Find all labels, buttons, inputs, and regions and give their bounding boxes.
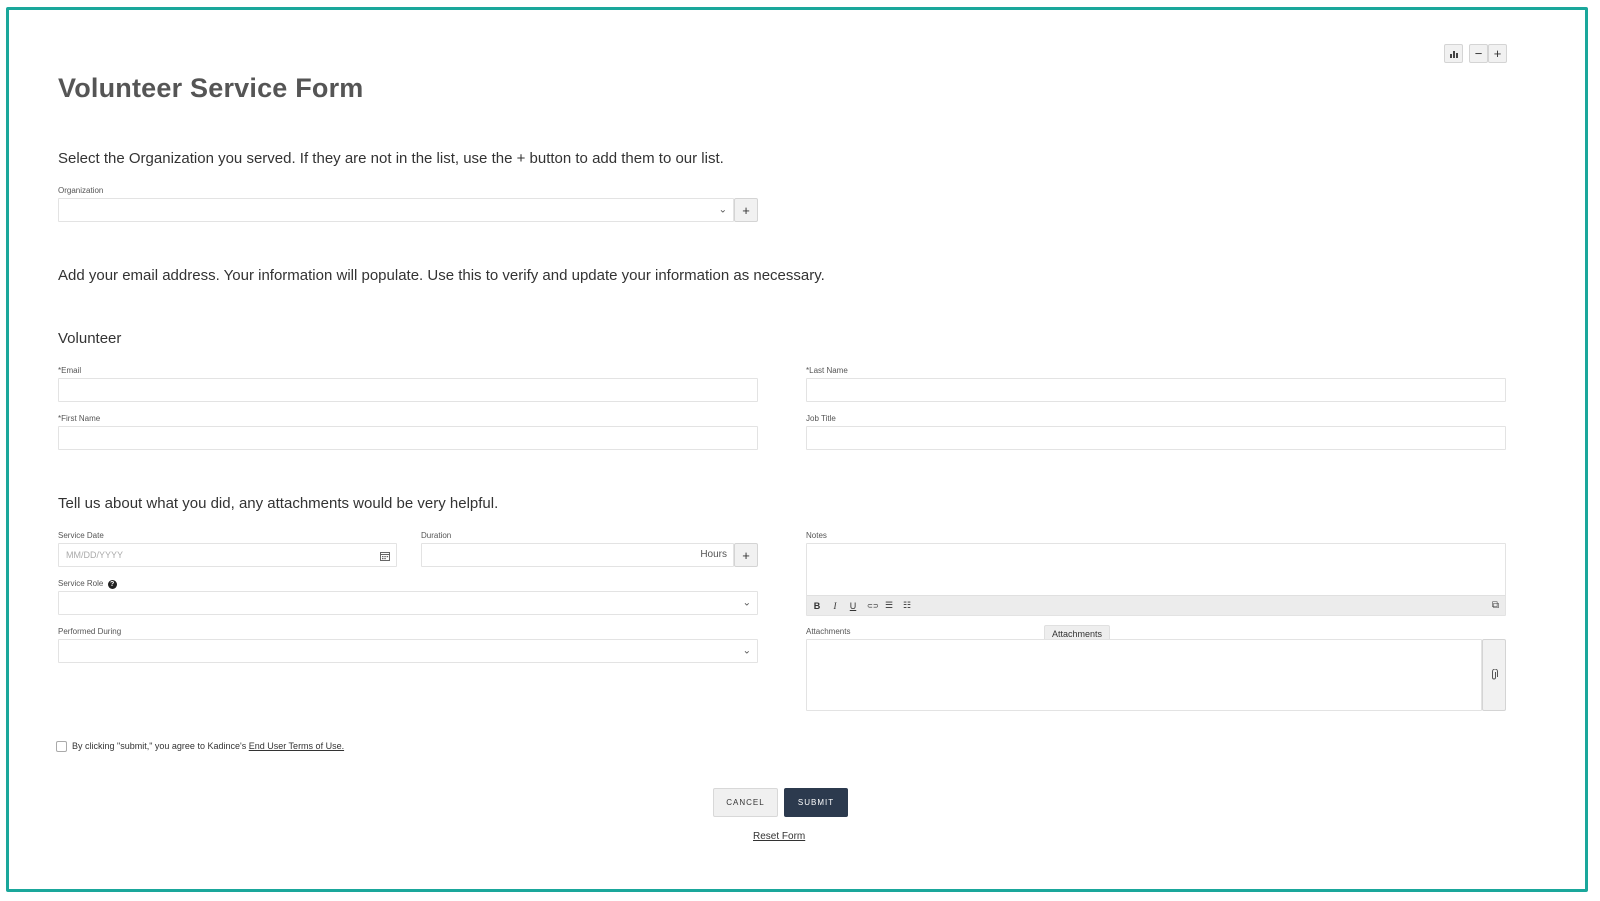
page-title: Volunteer Service Form (58, 73, 364, 103)
volunteer-heading: Volunteer (58, 330, 122, 347)
attachments-dropzone[interactable] (806, 639, 1482, 711)
first-name-field[interactable] (58, 426, 758, 450)
attachments-label: Attachments (806, 627, 851, 636)
service-date-label: Service Date (58, 531, 104, 540)
submit-button[interactable]: SUBMIT (784, 788, 848, 817)
bar-chart-button[interactable] (1444, 44, 1463, 63)
service-role-select[interactable]: ⌄ (58, 591, 758, 615)
organization-label: Organization (58, 186, 104, 195)
job-title-label: Job Title (806, 414, 836, 423)
italic-button[interactable]: I (831, 601, 839, 611)
service-instruction: Tell us about what you did, any attachme… (58, 495, 499, 512)
plus-icon: + (742, 547, 750, 563)
email-instruction: Add your email address. Your information… (58, 267, 825, 284)
performed-during-select[interactable]: ⌄ (58, 639, 758, 663)
duration-unit: Hours (700, 549, 727, 560)
last-name-label: *Last Name (806, 366, 848, 375)
reset-form-link[interactable]: Reset Form (753, 831, 805, 842)
bullet-list-button[interactable]: ☰ (885, 600, 893, 611)
duration-input[interactable]: Hours (421, 543, 734, 567)
cancel-button[interactable]: CANCEL (713, 788, 778, 817)
terms-link[interactable]: End User Terms of Use. (249, 741, 344, 751)
attach-file-button[interactable] (1482, 639, 1506, 711)
service-role-label: Service Role (58, 579, 104, 588)
calendar-icon[interactable] (380, 551, 390, 561)
service-date-placeholder: MM/DD/YYYY (66, 550, 124, 560)
email-field[interactable] (58, 378, 758, 402)
terms-prefix: By clicking "submit," you agree to Kadin… (72, 741, 249, 751)
link-button[interactable]: ⊂⊃ (867, 602, 879, 610)
notes-label: Notes (806, 531, 827, 540)
email-label: *Email (58, 366, 82, 375)
numbered-list-button[interactable]: ☷ (903, 600, 911, 611)
first-name-label: *First Name (58, 414, 101, 423)
help-icon[interactable]: ? (107, 580, 117, 589)
paperclip-icon (1492, 669, 1498, 680)
plus-icon: + (1493, 46, 1502, 61)
bold-button[interactable]: B (813, 601, 821, 611)
last-name-field[interactable] (806, 378, 1506, 402)
chevron-down-icon: ⌄ (742, 645, 751, 657)
expand-icon[interactable]: ⧉ (1492, 600, 1499, 611)
underline-button[interactable]: U (849, 601, 857, 611)
terms-text: By clicking "submit," you agree to Kadin… (72, 741, 344, 751)
notes-editor[interactable]: B I U ⊂⊃ ☰ ☷ ⧉ (806, 543, 1506, 616)
bar-chart-icon (1449, 50, 1458, 58)
organization-instruction: Select the Organization you served. If t… (58, 150, 724, 167)
terms-checkbox[interactable] (56, 741, 67, 752)
performed-during-label: Performed During (58, 627, 122, 636)
service-role-label-row: Service Role ? (58, 579, 117, 589)
chevron-down-icon: ⌄ (718, 204, 727, 216)
add-organization-button[interactable]: + (734, 198, 758, 222)
zoom-in-button[interactable]: + (1488, 44, 1507, 63)
organization-select[interactable]: ⌄ (58, 198, 734, 222)
plus-icon: + (742, 202, 750, 218)
duration-add-button[interactable]: + (734, 543, 758, 567)
minus-icon: − (1474, 46, 1483, 61)
duration-label: Duration (421, 531, 452, 540)
notes-toolbar: B I U ⊂⊃ ☰ ☷ ⧉ (807, 595, 1505, 615)
service-date-input[interactable]: MM/DD/YYYY (58, 543, 397, 567)
chevron-down-icon: ⌄ (742, 597, 751, 609)
zoom-out-button[interactable]: − (1469, 44, 1488, 63)
job-title-field[interactable] (806, 426, 1506, 450)
